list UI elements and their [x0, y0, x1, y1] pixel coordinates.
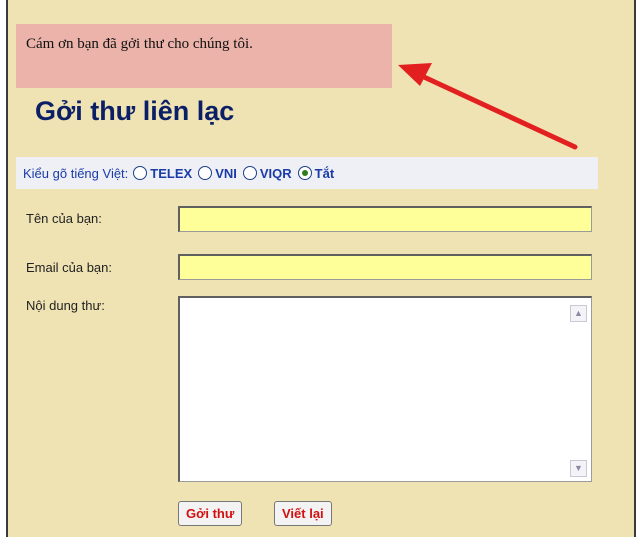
page-title: Gởi thư liên lạc	[35, 96, 235, 126]
input-mode-vni[interactable]: VNI	[198, 166, 237, 181]
submit-button[interactable]: Gởi thư	[178, 501, 243, 526]
message-label: Nội dung thư:	[26, 298, 105, 313]
input-mode-telex[interactable]: TELEX	[133, 166, 192, 181]
message-textarea[interactable]: ▲ ▼	[178, 296, 592, 482]
email-label: Email của bạn:	[26, 260, 112, 275]
email-field[interactable]	[178, 254, 592, 280]
vietnamese-input-mode-bar: Kiểu gõ tiếng Việt: TELEX VNI VIQR Tắt	[16, 157, 598, 189]
radio-viqr[interactable]	[242, 166, 257, 180]
radio-off[interactable]	[297, 166, 312, 180]
input-mode-off[interactable]: Tắt	[297, 165, 335, 181]
off-label: Tắt	[314, 165, 335, 181]
notice-text: Cám ơn bạn đã gởi thư cho chúng tôi.	[26, 36, 253, 52]
name-label: Tên của bạn:	[26, 211, 102, 226]
scroll-down-icon[interactable]: ▼	[570, 460, 587, 477]
input-mode-viqr[interactable]: VIQR	[242, 165, 292, 181]
scroll-up-icon[interactable]: ▲	[570, 305, 587, 322]
thank-you-notice: Cám ơn bạn đã gởi thư cho chúng tôi.	[16, 24, 392, 88]
vni-label: VNI	[215, 165, 237, 181]
reset-button[interactable]: Viết lại	[274, 501, 332, 526]
viqr-label: VIQR	[259, 165, 292, 181]
telex-label: TELEX	[150, 165, 193, 181]
radio-vni[interactable]	[198, 166, 213, 180]
radio-telex[interactable]	[133, 166, 148, 180]
name-field[interactable]	[178, 206, 592, 232]
input-mode-label: Kiểu gõ tiếng Việt:	[23, 165, 129, 181]
